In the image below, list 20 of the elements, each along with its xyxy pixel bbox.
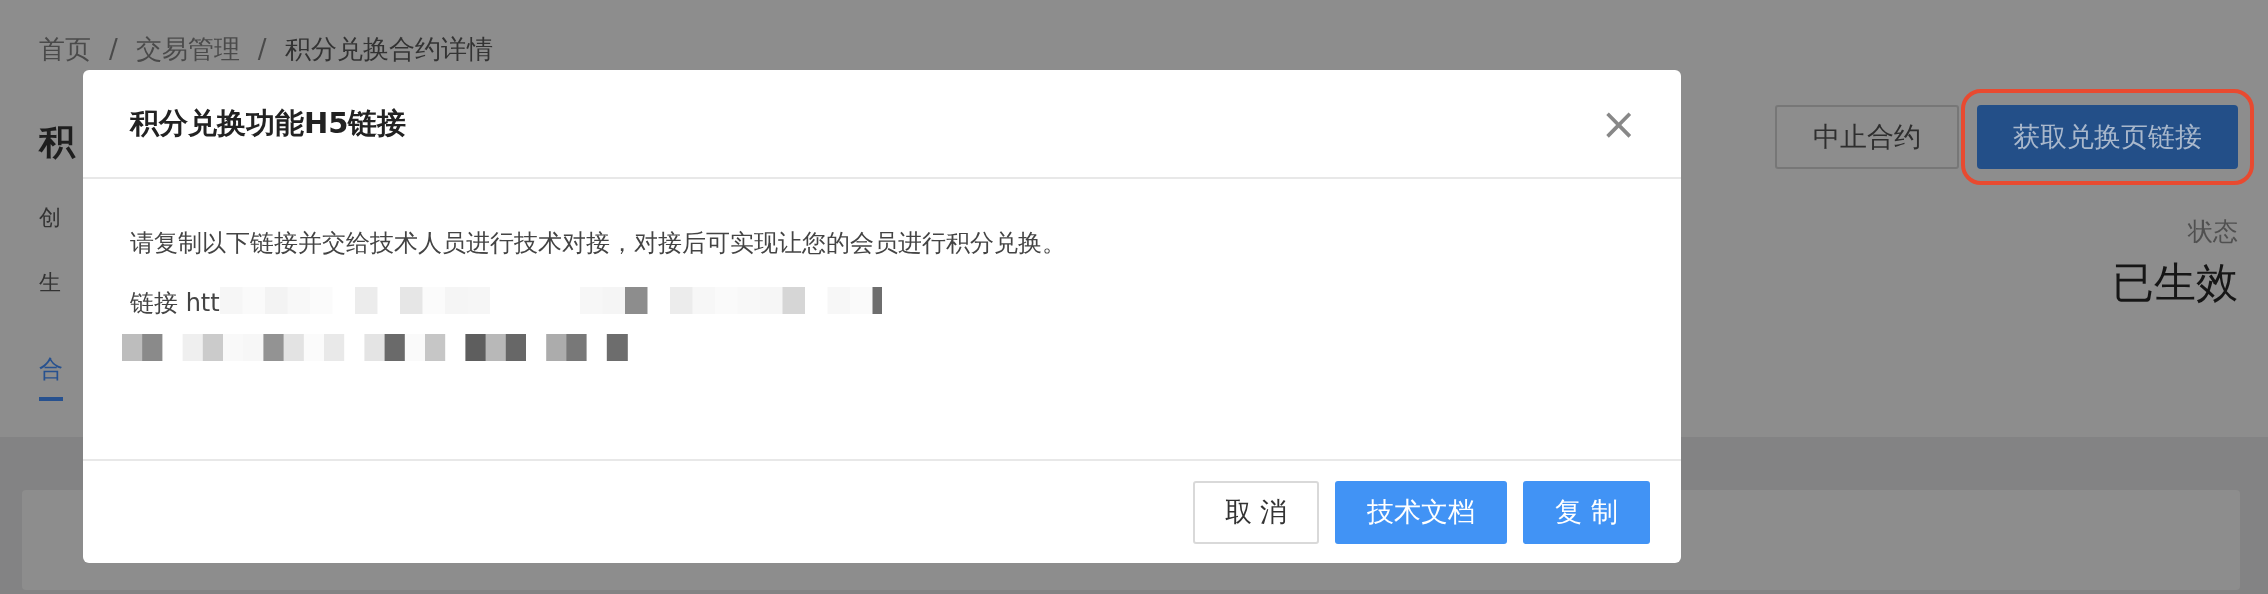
copy-button[interactable]: 复 制 bbox=[1523, 480, 1650, 544]
close-button[interactable]: × bbox=[1596, 101, 1641, 146]
page-title: 积 bbox=[39, 120, 75, 164]
cancel-button[interactable]: 取 消 bbox=[1192, 480, 1320, 544]
terminate-button[interactable]: 中止合约 bbox=[1775, 105, 1959, 169]
info-label: 创 bbox=[39, 204, 62, 232]
tab[interactable]: 合 bbox=[39, 351, 63, 401]
link-label: 链接 htt bbox=[130, 288, 220, 319]
status-label: 状态 bbox=[2188, 216, 2238, 248]
get-link-button[interactable]: 获取兑换页链接 bbox=[1977, 105, 2238, 169]
info-label: 生 bbox=[39, 269, 62, 297]
breadcrumb-separator: / bbox=[109, 33, 118, 66]
modal-title: 积分兑换功能H5链接 bbox=[130, 104, 407, 142]
status-value: 已生效 bbox=[2112, 256, 2238, 309]
breadcrumb-link[interactable]: 首页 bbox=[39, 30, 91, 69]
breadcrumb-separator: / bbox=[257, 33, 267, 66]
breadcrumb-current: 积分兑换合约详情 bbox=[284, 33, 493, 66]
breadcrumb-link[interactable]: 交易管理 bbox=[135, 30, 240, 69]
modal-message: 请复制以下链接并交给技术人员进行技术对接，对接后可实现让您的会员进行积分兑换。 bbox=[130, 228, 1067, 259]
docs-button[interactable]: 技术文档 bbox=[1335, 480, 1508, 544]
